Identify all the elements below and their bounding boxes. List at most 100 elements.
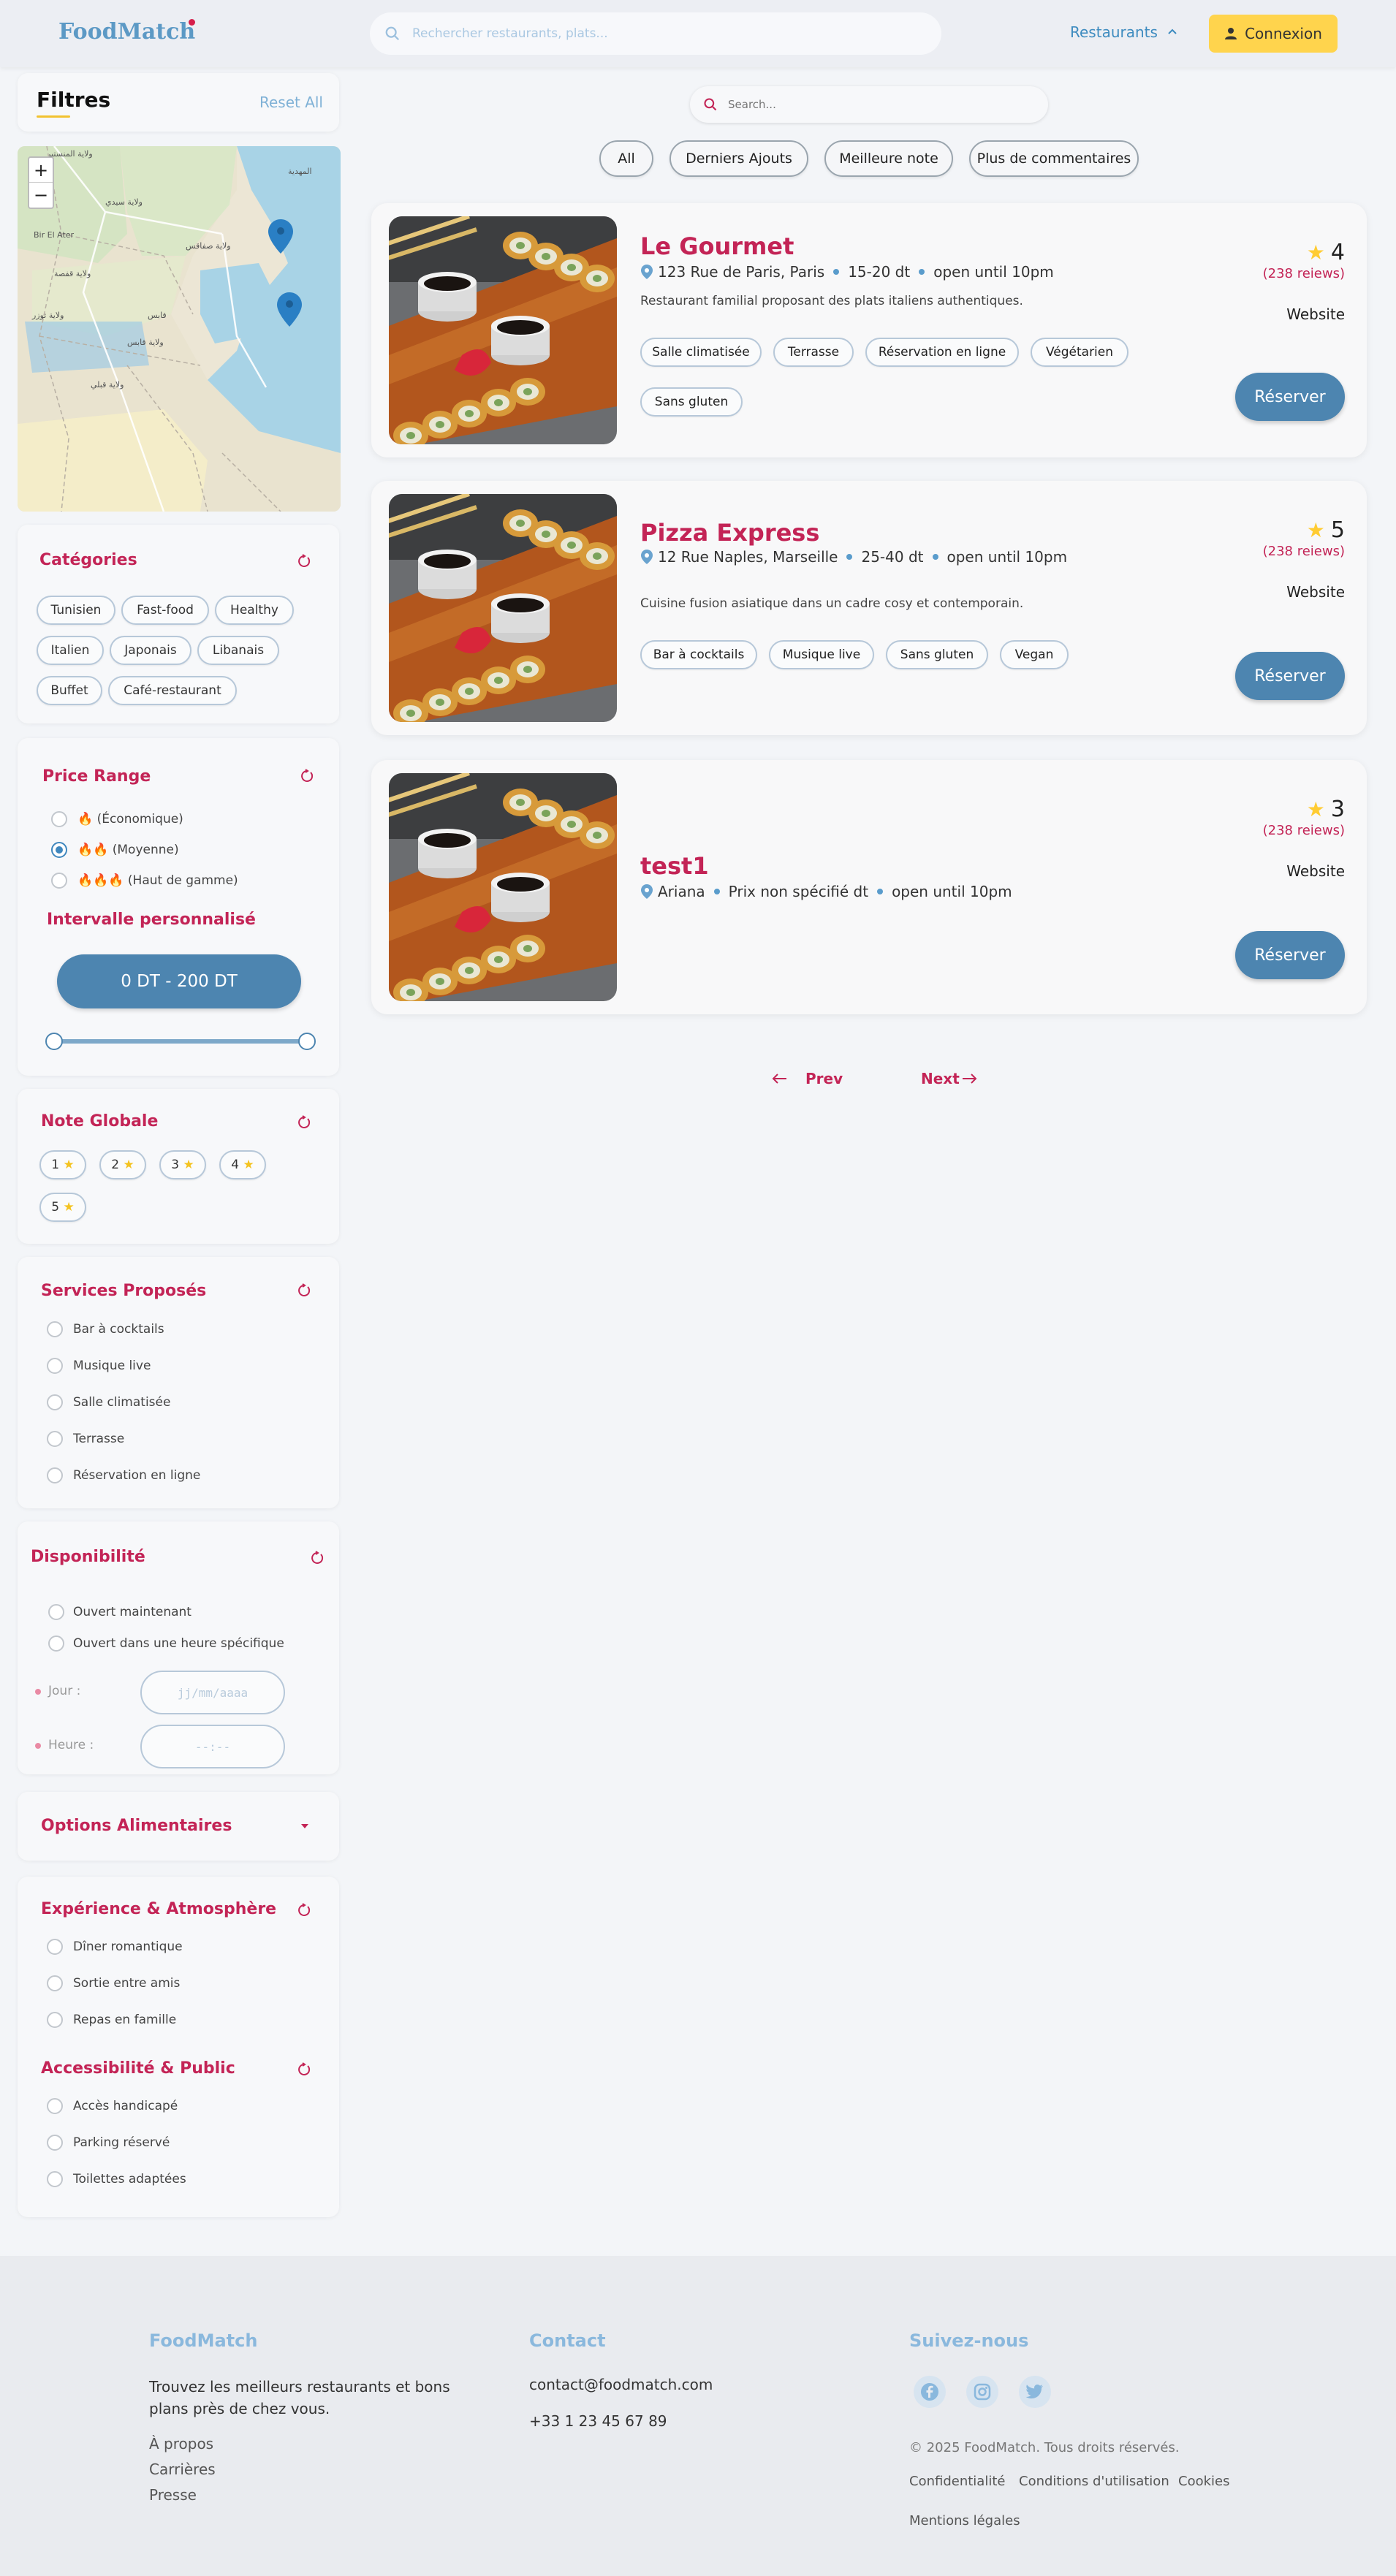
filter-latest[interactable]: Derniers Ajouts — [669, 140, 808, 177]
filter-all[interactable]: All — [599, 140, 653, 177]
restaurant-rating: ★ 5 — [1306, 517, 1345, 543]
reset-icon[interactable] — [300, 769, 314, 783]
zoom-out-button[interactable]: − — [29, 183, 53, 208]
reserve-button[interactable]: Réserver — [1235, 652, 1345, 700]
reset-icon[interactable] — [297, 1903, 311, 1918]
bullet — [35, 1689, 41, 1695]
dietary-options-section[interactable]: Options Alimentaires — [18, 1792, 339, 1861]
next-button[interactable]: Next — [921, 1070, 977, 1087]
availability-radio[interactable] — [48, 1604, 64, 1620]
main-search-input[interactable] — [728, 98, 1006, 111]
category-chip[interactable]: Café-restaurant — [108, 676, 237, 705]
logo[interactable]: FoodMatch — [58, 19, 195, 45]
accessibility-label: Toilettes adaptées — [73, 2172, 186, 2186]
price-slider-min-handle[interactable] — [45, 1033, 63, 1050]
price-slider-track[interactable] — [53, 1039, 307, 1044]
website-link[interactable]: Website — [1286, 862, 1345, 880]
service-checkbox[interactable] — [47, 1358, 63, 1374]
restaurant-image[interactable] — [389, 773, 617, 1001]
price-slider-max-handle[interactable] — [298, 1033, 316, 1050]
service-checkbox[interactable] — [47, 1467, 63, 1483]
reserve-button[interactable]: Réserver — [1235, 931, 1345, 979]
availability-option: Ouvert maintenant — [73, 1605, 191, 1619]
category-chip[interactable]: Buffet — [37, 676, 102, 705]
accessibility-checkbox[interactable] — [47, 2171, 63, 2187]
zoom-in-button[interactable]: + — [29, 158, 53, 183]
category-chip[interactable]: Italien — [37, 636, 104, 665]
rating-section: Note Globale 1 ★ 2 ★ 3 ★ 4 ★ 5 ★ — [18, 1089, 339, 1244]
restaurant-card[interactable]: test1 Ariana Prix non spécifié dt open u… — [371, 760, 1367, 1014]
rating-chip[interactable]: 3 ★ — [159, 1150, 206, 1179]
caret-down-icon[interactable] — [300, 1823, 310, 1830]
price-radio[interactable] — [51, 873, 67, 889]
restaurant-card[interactable]: Pizza Express 12 Rue Naples, Marseille 2… — [371, 481, 1367, 735]
nav-restaurants[interactable]: Restaurants — [1070, 23, 1178, 41]
map-canvas[interactable]: ولاية المنستير ولاية سيدي ولاية صفاقس Bi… — [18, 146, 341, 512]
experience-checkbox[interactable] — [47, 1939, 63, 1955]
category-chip[interactable]: Tunisien — [37, 596, 115, 625]
map[interactable]: ولاية المنستير ولاية سيدي ولاية صفاقس Bi… — [18, 146, 341, 512]
restaurant-name[interactable]: Le Gourmet — [640, 232, 794, 260]
website-link[interactable]: Website — [1286, 583, 1345, 601]
restaurant-name[interactable]: Pizza Express — [640, 519, 819, 547]
restaurant-tag: Réservation en ligne — [865, 338, 1019, 367]
service-checkbox[interactable] — [47, 1321, 63, 1337]
accessibility-checkbox[interactable] — [47, 2135, 63, 2151]
main-search[interactable] — [690, 86, 1048, 123]
instagram-icon[interactable] — [966, 2376, 998, 2408]
legal-notice[interactable]: Mentions légales — [909, 2513, 1020, 2528]
rating-chip[interactable]: 5 ★ — [39, 1193, 86, 1222]
facebook-icon[interactable] — [914, 2376, 946, 2408]
legal-terms[interactable]: Conditions d'utilisation — [1019, 2474, 1169, 2489]
price-radio[interactable] — [51, 842, 67, 858]
price-radio[interactable] — [51, 811, 67, 827]
reset-icon[interactable] — [297, 1283, 311, 1298]
service-checkbox[interactable] — [47, 1394, 63, 1410]
filters-title: Filtres — [37, 88, 111, 112]
experience-checkbox[interactable] — [47, 2012, 63, 2028]
hour-input[interactable]: --:-- — [140, 1725, 285, 1768]
restaurant-reviews[interactable]: (238 reiews) — [1263, 544, 1345, 559]
restaurant-reviews[interactable]: (238 reiews) — [1263, 823, 1345, 838]
restaurant-hours: open until 10pm — [947, 548, 1068, 566]
service-checkbox[interactable] — [47, 1431, 63, 1447]
legal-privacy[interactable]: Confidentialité — [909, 2474, 1005, 2489]
login-button[interactable]: Connexion — [1209, 15, 1338, 53]
legal-cookies[interactable]: Cookies — [1178, 2474, 1229, 2489]
accessibility-checkbox[interactable] — [47, 2098, 63, 2114]
category-chip[interactable]: Fast-food — [121, 596, 209, 625]
restaurant-name[interactable]: test1 — [640, 852, 709, 880]
reset-icon[interactable] — [310, 1551, 325, 1565]
filter-most-reviews[interactable]: Plus de commentaires — [969, 140, 1139, 177]
reserve-button[interactable]: Réserver — [1235, 373, 1345, 421]
reset-all-button[interactable]: Reset All — [259, 94, 323, 111]
header-search[interactable] — [370, 12, 941, 55]
footer-link-press[interactable]: Presse — [149, 2486, 197, 2504]
availability-radio[interactable] — [48, 1635, 64, 1652]
restaurant-reviews[interactable]: (238 reiews) — [1263, 266, 1345, 281]
restaurant-image[interactable] — [389, 216, 617, 444]
rating-chip[interactable]: 1 ★ — [39, 1150, 86, 1179]
day-input[interactable]: jj/mm/aaaa — [140, 1671, 285, 1714]
category-chip[interactable]: Japonais — [110, 636, 191, 665]
header-search-input[interactable] — [412, 26, 887, 41]
reset-icon[interactable] — [297, 554, 311, 569]
experience-checkbox[interactable] — [47, 1975, 63, 1991]
prev-button[interactable]: Prev — [772, 1070, 843, 1087]
contact-email[interactable]: contact@foodmatch.com — [529, 2376, 713, 2393]
category-chip[interactable]: Healthy — [215, 596, 294, 625]
restaurant-card[interactable]: Le Gourmet 123 Rue de Paris, Paris 15-20… — [371, 203, 1367, 457]
footer-link-about[interactable]: À propos — [149, 2435, 213, 2452]
rating-chip[interactable]: 2 ★ — [99, 1150, 146, 1179]
restaurant-description: Restaurant familial proposant des plats … — [640, 294, 1023, 308]
website-link[interactable]: Website — [1286, 305, 1345, 323]
footer-link-careers[interactable]: Carrières — [149, 2461, 216, 2478]
twitter-icon[interactable] — [1019, 2376, 1051, 2408]
reset-icon[interactable] — [297, 2062, 311, 2077]
contact-phone[interactable]: +33 1 23 45 67 89 — [529, 2412, 667, 2430]
reset-icon[interactable] — [297, 1115, 311, 1130]
restaurant-image[interactable] — [389, 494, 617, 722]
rating-chip[interactable]: 4 ★ — [219, 1150, 266, 1179]
filter-best-rated[interactable]: Meilleure note — [824, 140, 953, 177]
category-chip[interactable]: Libanais — [197, 636, 279, 665]
